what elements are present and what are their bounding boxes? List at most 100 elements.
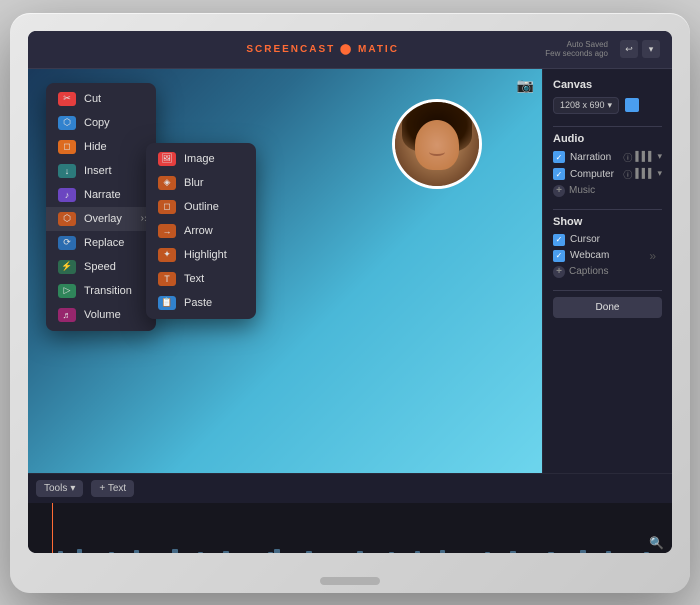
waveform-bar [268,552,273,553]
canvas-row: 1208 x 690 ▾ [553,97,662,114]
computer-settings-icon[interactable]: ▾ [657,168,662,181]
add-text-button[interactable]: + Text [91,480,134,497]
divider-1 [553,126,662,127]
outline-label: Outline [184,201,219,213]
tools-chevron-icon: ▾ [70,483,75,494]
menu-item-arrow[interactable]: → Arrow [146,219,256,243]
tools-button[interactable]: Tools ▾ [36,480,83,497]
add-music-button[interactable]: + Music [553,185,662,197]
copy-icon: ⬡ [58,116,76,130]
audio-computer-item: ✓ Computer ⓘ ▌▌▌ ▾ [553,168,662,181]
menu-item-outline[interactable]: ◻ Outline [146,195,256,219]
menu-item-blur[interactable]: ◈ Blur [146,171,256,195]
volume-label: Volume [84,309,121,321]
image-icon: 🖼 [158,152,176,166]
text-label: Text [184,273,204,285]
waveform-bar [644,552,649,553]
person-smile [429,148,445,156]
narration-label: Narration [570,152,618,163]
primary-context-menu: ✂ Cut ⬡ Copy ◻ Hide ↓ Insert [46,83,156,331]
laptop-shell: SCREENCAST ⬤ MATIC Auto Saved Few second… [10,13,690,593]
narration-settings-icon[interactable]: ▾ [657,151,662,164]
timeline-area: 0:01 3s 4s 5s 6s 7s 8s 9s 0:10 🔍 [28,503,672,553]
webcam-preview [392,99,482,189]
narration-info-icon[interactable]: ⓘ [623,151,632,164]
transition-icon: ▷ [58,284,76,298]
menu-item-transition[interactable]: ▷ Transition [46,279,156,303]
menu-item-hide[interactable]: ◻ Hide [46,135,156,159]
top-bar-controls: ↩ ▾ [620,40,660,58]
speed-label: Speed [84,261,116,273]
title-prefix: SCREENCAST [246,44,335,55]
menu-item-highlight[interactable]: ✦ Highlight [146,243,256,267]
highlight-icon: ✦ [158,248,176,262]
menu-item-speed[interactable]: ⚡ Speed [46,255,156,279]
narration-checkbox[interactable]: ✓ [553,151,565,163]
canvas-label: Canvas [553,79,662,91]
auto-saved-status: Auto Saved Few seconds ago [545,40,608,58]
waveform-bar [510,551,515,553]
menu-item-insert[interactable]: ↓ Insert [46,159,156,183]
menu-item-overlay[interactable]: ⬡ Overlay › [46,207,156,231]
menu-item-copy[interactable]: ⬡ Copy [46,111,156,135]
narrate-label: Narrate [84,189,121,201]
title-dot: ⬤ [340,44,353,55]
menu-item-volume[interactable]: ♬ Volume [46,303,156,327]
canvas-color-swatch[interactable] [625,98,639,112]
add-music-icon: + [553,185,565,197]
audio-section: Audio ✓ Narration ⓘ ▌▌▌ ▾ ✓ Computer [553,133,662,197]
outline-icon: ◻ [158,200,176,214]
menu-item-narrate[interactable]: ♪ Narrate [46,183,156,207]
waveform-bar [172,549,177,553]
replace-label: Replace [84,237,124,249]
cursor-checkbox[interactable]: ✓ [553,234,565,246]
laptop-screen: SCREENCAST ⬤ MATIC Auto Saved Few second… [28,31,672,553]
webcam-checkbox[interactable]: ✓ [553,250,565,262]
canvas-size-chevron: ▾ [608,100,613,111]
canvas-size-select[interactable]: 1208 x 690 ▾ [553,97,619,114]
text-icon: T [158,272,176,286]
menu-item-cut[interactable]: ✂ Cut [46,87,156,111]
add-captions-icon: + [553,266,565,278]
cursor-label: Cursor [570,234,600,245]
waveform-bar [306,551,311,553]
waveform-bar [440,550,445,553]
expand-icon[interactable]: » [649,249,656,263]
waveform-bar [58,551,63,553]
camera-icon: 📷 [517,77,534,94]
waveform-bar [606,551,611,553]
show-cursor-item: ✓ Cursor [553,234,662,246]
replace-icon: ⟳ [58,236,76,250]
laptop-notch [320,577,380,585]
menu-item-replace[interactable]: ⟳ Replace [46,231,156,255]
text-add-label: + Text [99,483,126,494]
computer-checkbox[interactable]: ✓ [553,168,565,180]
waveform-bar [580,550,585,553]
insert-icon: ↓ [58,164,76,178]
cut-label: Cut [84,93,101,105]
speed-icon: ⚡ [58,260,76,274]
add-captions-button[interactable]: + Captions [553,266,662,278]
waveform-bar [274,549,279,553]
secondary-context-menu: 🖼 Image ◈ Blur ◻ Outline → Arrow [146,143,256,319]
arrow-label: Arrow [184,225,213,237]
highlight-label: Highlight [184,249,227,261]
toolbar-row: Tools ▾ + Text [28,473,672,503]
music-label: Music [569,185,595,196]
waveform-bar [389,552,394,553]
computer-info-icon[interactable]: ⓘ [623,168,632,181]
menu-item-paste[interactable]: 📋 Paste [146,291,256,315]
more-options-button[interactable]: ▾ [642,40,660,58]
menu-item-image[interactable]: 🖼 Image [146,147,256,171]
overlay-submenu-arrow: › [141,213,144,224]
hide-label: Hide [84,141,107,153]
undo-button[interactable]: ↩ [620,40,638,58]
waveform-bar [357,551,362,553]
done-button[interactable]: Done [553,297,662,318]
app-title: SCREENCAST ⬤ MATIC [100,44,545,55]
waveform-bar [77,549,82,553]
canvas-section: Canvas 1208 x 690 ▾ [553,79,662,114]
timeline-search-icon[interactable]: 🔍 [649,536,664,550]
waveform-bar [223,551,228,553]
menu-item-text[interactable]: T Text [146,267,256,291]
